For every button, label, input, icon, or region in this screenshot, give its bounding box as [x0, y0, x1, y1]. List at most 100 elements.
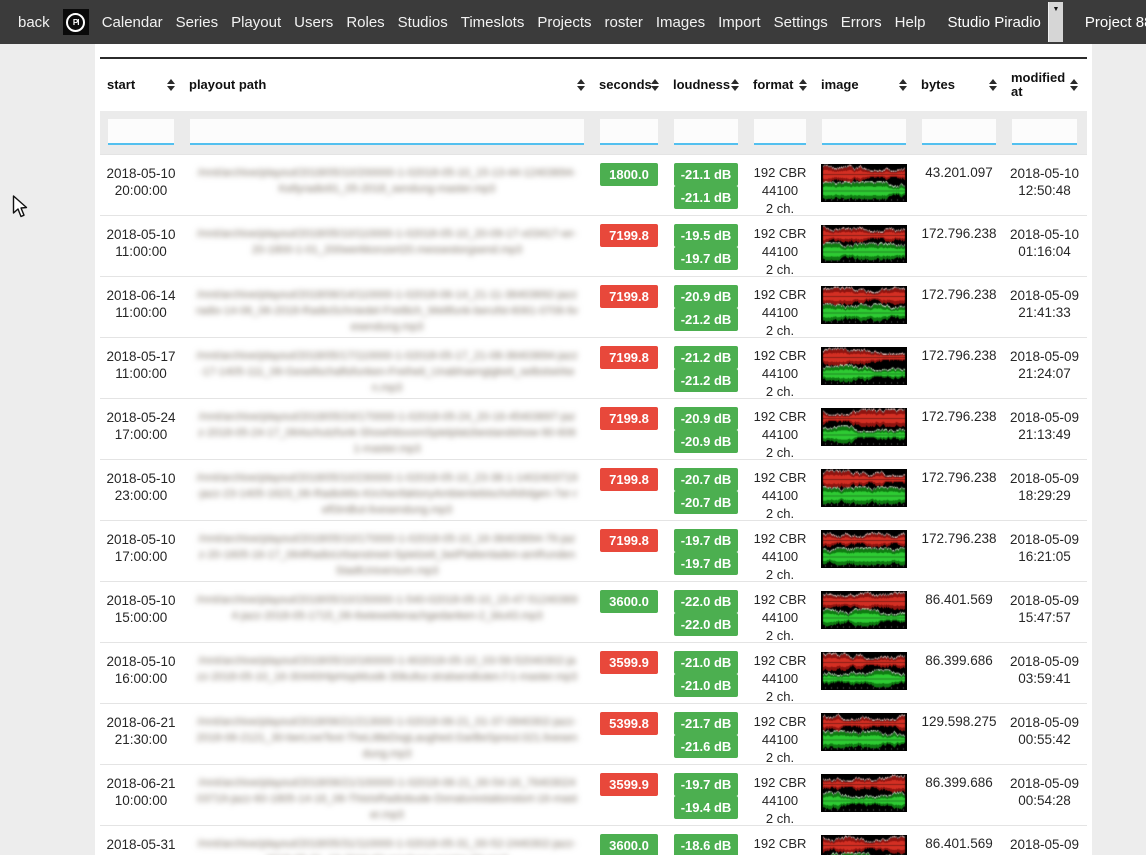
filter-input-format[interactable] — [754, 119, 806, 145]
nav-item-help[interactable]: Help — [895, 14, 926, 31]
filter-cell-loudness — [666, 119, 746, 145]
cell-seconds: 7199.8 — [592, 529, 666, 581]
cell-start: 2018-06-2121:30:00 — [100, 712, 182, 764]
cell-format: 192 CBR441002 ch. — [746, 346, 814, 398]
loudness-badge: -22.0 dB — [674, 613, 738, 636]
cell-bytes: 172.796.238 — [914, 468, 1004, 520]
filter-input-loudness[interactable] — [674, 119, 738, 145]
nav-item-calendar[interactable]: Calendar — [102, 14, 163, 31]
column-header-path[interactable]: playout path — [182, 59, 592, 111]
nav-item-series[interactable]: Series — [176, 14, 219, 31]
cell-loudness: -22.0 dB-22.0 dB — [666, 590, 746, 642]
column-header-label: format — [753, 78, 791, 92]
sort-icon — [989, 79, 997, 91]
cell-seconds: 3600.0 — [592, 834, 666, 855]
nav-item-roster[interactable]: roster — [605, 14, 643, 31]
column-header-seconds[interactable]: seconds — [592, 59, 666, 111]
sort-desc-icon — [899, 86, 907, 91]
cell-bytes: 129.598.275 — [914, 712, 1004, 764]
playout-path-redacted-text: /mnt/archive/playout/2018/05/10/160000-1… — [186, 651, 588, 685]
cell-start: 2018-05-1016:00:00 — [100, 651, 182, 703]
cell-image — [814, 163, 914, 215]
cell-format: 192 CBR — [746, 834, 814, 855]
nav-item-roles[interactable]: Roles — [346, 14, 384, 31]
sort-desc-icon — [799, 86, 807, 91]
sort-asc-icon — [731, 79, 739, 84]
sort-asc-icon — [577, 79, 585, 84]
column-header-loudness[interactable]: loudness — [666, 59, 746, 111]
app-logo-icon[interactable]: PI — [63, 9, 89, 35]
cell-modified-at: 2018-05-0921:41:33 — [1004, 285, 1085, 337]
column-header-label: image — [821, 78, 859, 92]
nav-item-studios[interactable]: Studios — [398, 14, 448, 31]
table-row: 2018-06-1411:00:00/mnt/archive/playout/2… — [100, 276, 1087, 337]
filter-cell-bytes — [914, 119, 1004, 145]
playout-path-redacted-text: /mnt/archive/playout/2018/05/17/110000-1… — [186, 346, 588, 396]
seconds-badge: 3600.0 — [600, 834, 658, 855]
table-row: 2018-05-1016:00:00/mnt/archive/playout/2… — [100, 642, 1087, 703]
table-filter-row — [100, 111, 1087, 154]
studio-select[interactable]: Studio Piradio ▼ — [942, 2, 1063, 42]
sort-desc-icon — [167, 86, 175, 91]
column-header-label: modified at — [1011, 71, 1062, 99]
cell-playout-path: /mnt/archive/playout/2018/05/10/200000-1… — [182, 163, 592, 215]
filter-cell-format — [746, 119, 814, 145]
loudness-badge: -19.7 dB — [674, 552, 738, 575]
column-header-image[interactable]: image — [814, 59, 914, 111]
nav-item-playout[interactable]: Playout — [231, 14, 281, 31]
filter-cell-modified — [1004, 119, 1085, 145]
filter-input-seconds[interactable] — [600, 119, 658, 145]
loudness-badge: -21.2 dB — [674, 308, 738, 331]
chevron-down-icon: ▼ — [1048, 2, 1063, 42]
nav-item-users[interactable]: Users — [294, 14, 333, 31]
filter-input-path[interactable] — [190, 119, 584, 145]
sort-asc-icon — [799, 79, 807, 84]
nav-item-settings[interactable]: Settings — [774, 14, 828, 31]
table-row: 2018-05-2417:00:00/mnt/archive/playout/2… — [100, 398, 1087, 459]
nav-item-import[interactable]: Import — [718, 14, 761, 31]
sort-asc-icon — [899, 79, 907, 84]
column-header-modified[interactable]: modified at — [1004, 59, 1085, 111]
nav-item-projects[interactable]: Projects — [537, 14, 591, 31]
cell-format: 192 CBR441002 ch. — [746, 285, 814, 337]
seconds-badge: 3599.9 — [600, 651, 658, 674]
filter-input-modified[interactable] — [1012, 119, 1077, 145]
loudness-badge: -21.1 dB — [674, 186, 738, 209]
table-row: 2018-06-2110:00:00/mnt/archive/playout/2… — [100, 764, 1087, 825]
loudness-badge: -22.0 dB — [674, 590, 738, 613]
cell-image — [814, 651, 914, 703]
filter-input-start[interactable] — [108, 119, 174, 145]
column-header-label: start — [107, 78, 135, 92]
filter-input-bytes[interactable] — [922, 119, 996, 145]
back-link[interactable]: back — [18, 14, 50, 31]
cell-image — [814, 346, 914, 398]
cell-format: 192 CBR441002 ch. — [746, 468, 814, 520]
filter-input-image[interactable] — [822, 119, 906, 145]
sort-desc-icon — [577, 86, 585, 91]
project-select-value: Project 88vier — [1079, 2, 1146, 42]
column-header-format[interactable]: format — [746, 59, 814, 111]
column-header-bytes[interactable]: bytes — [914, 59, 1004, 111]
nav-item-errors[interactable]: Errors — [841, 14, 882, 31]
playout-path-redacted-text: /mnt/archive/playout/2018/06/21/213000-1… — [186, 712, 588, 762]
loudness-badge: -21.6 dB — [674, 735, 738, 758]
project-select[interactable]: Project 88vier ▼ — [1079, 2, 1146, 42]
cell-bytes: 86.399.686 — [914, 651, 1004, 703]
seconds-badge: 5399.8 — [600, 712, 658, 735]
nav-item-images[interactable]: Images — [656, 14, 705, 31]
waveform-image — [821, 469, 907, 507]
sort-desc-icon — [1070, 86, 1078, 91]
cell-format: 192 CBR441002 ch. — [746, 163, 814, 215]
table-row: 2018-05-1020:00:00/mnt/archive/playout/2… — [100, 154, 1087, 215]
cell-start: 2018-05-2417:00:00 — [100, 407, 182, 459]
sort-icon — [1070, 79, 1078, 91]
cell-format: 192 CBR441002 ch. — [746, 712, 814, 764]
waveform-image — [821, 225, 907, 263]
cell-bytes: 43.201.097 — [914, 163, 1004, 215]
playout-path-redacted-text: /mnt/archive/playout/2018/05/31/110000-1… — [186, 834, 588, 855]
loudness-badge: -21.2 dB — [674, 346, 738, 369]
column-header-start[interactable]: start — [100, 59, 182, 111]
waveform-image — [821, 774, 907, 812]
nav-item-timeslots[interactable]: Timeslots — [461, 14, 525, 31]
nav-items: Calendar Series Playout Users Roles Studios Ti… — [102, 14, 926, 31]
